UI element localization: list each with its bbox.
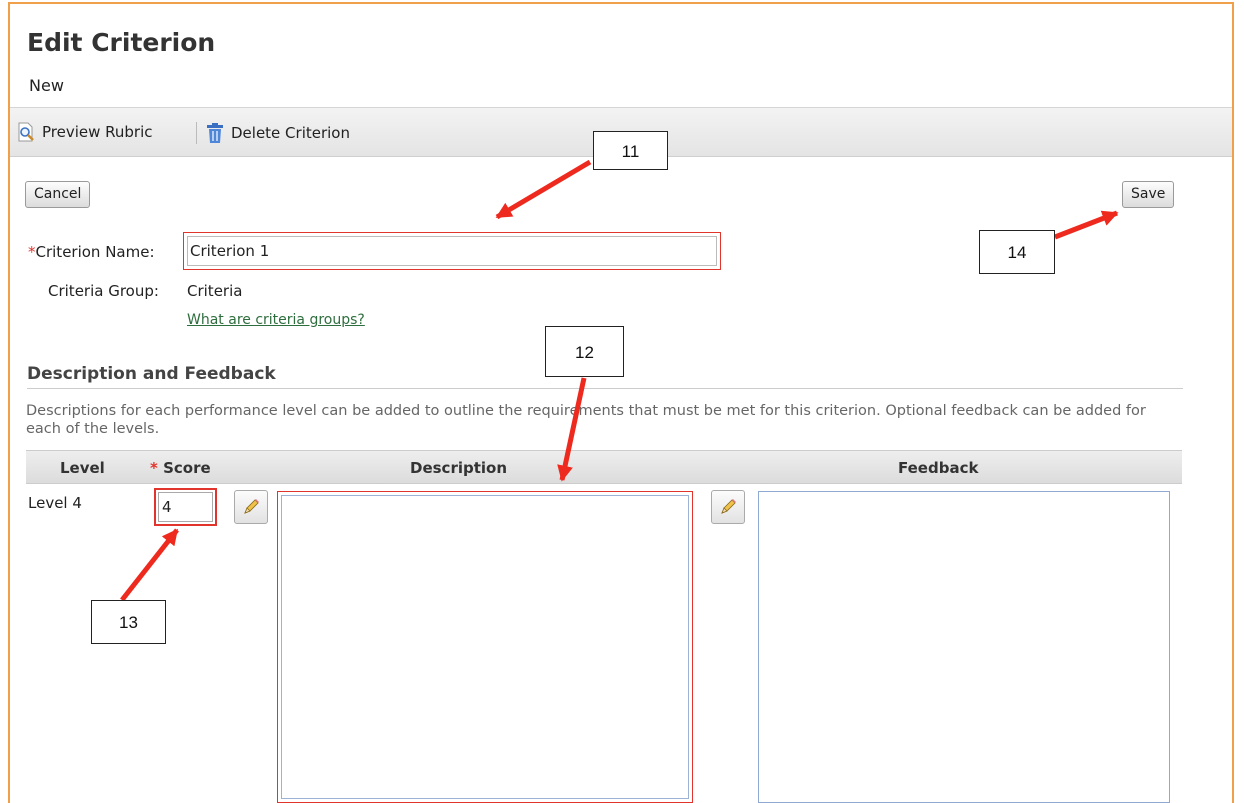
callout-13: 13	[91, 600, 166, 644]
callout-11: 11	[593, 131, 668, 170]
arrow-14	[1054, 210, 1119, 240]
callout-14: 14	[979, 230, 1055, 274]
callout-12: 12	[545, 326, 624, 377]
arrow-11	[495, 159, 592, 220]
arrow-13	[120, 528, 179, 602]
annotation-arrows	[120, 159, 1119, 602]
arrow-12	[557, 377, 587, 482]
